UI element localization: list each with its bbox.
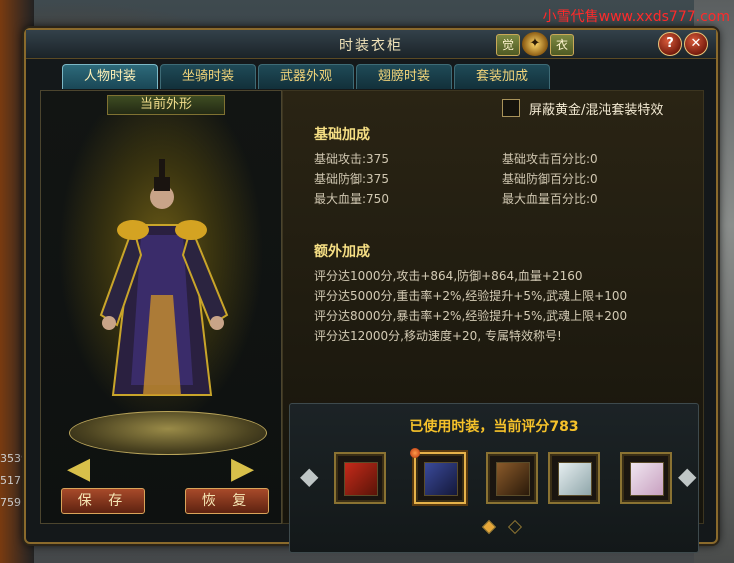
- tab-mount-costume[interactable]: 坐骑时装: [160, 64, 256, 89]
- costume-slot-3[interactable]: [486, 452, 538, 504]
- character-model: [99, 159, 229, 396]
- preview-stage: ◀ ▶: [41, 115, 281, 486]
- restore-button[interactable]: 恢 复: [185, 488, 269, 514]
- help-button[interactable]: ?: [658, 32, 682, 56]
- stat-label: 基础攻击百分比:: [502, 152, 591, 166]
- tab-set-bonus[interactable]: 套装加成: [454, 64, 550, 89]
- stat-value: 0: [590, 172, 598, 186]
- stat-label: 最大血量百分比:: [502, 192, 591, 206]
- wardrobe-badge[interactable]: 衣: [550, 34, 574, 56]
- page-indicator-1[interactable]: [481, 519, 497, 535]
- stat-value: 0: [590, 152, 598, 166]
- costume-white-pink-icon: [630, 462, 664, 496]
- extra-bonus-title: 额外加成: [314, 244, 370, 260]
- selected-dot-icon: [410, 448, 420, 458]
- title-bar[interactable]: 时装衣柜 觉 ✦ 衣 ? ✕: [26, 30, 716, 59]
- costume-white-icon: [558, 462, 592, 496]
- page-indicator-2[interactable]: [507, 519, 523, 535]
- stat-label: 基础防御百分比:: [502, 172, 591, 186]
- watermark-text: 小雪代售www.xxds777.com: [542, 9, 730, 25]
- window-title: 时装衣柜: [339, 38, 403, 54]
- extra-bonus-line: 评分达8000分,暴击率+2%,经验提升+5%,武魂上限+200: [314, 309, 628, 323]
- costume-blue-icon: [424, 462, 458, 496]
- tab-wing-costume[interactable]: 翅膀时装: [356, 64, 452, 89]
- costume-red-icon: [344, 462, 378, 496]
- stat-value: 375: [366, 172, 389, 186]
- costume-slot-1[interactable]: [334, 452, 386, 504]
- close-button[interactable]: ✕: [684, 32, 708, 56]
- base-bonus-title: 基础加成: [314, 127, 370, 143]
- prev-page-icon[interactable]: ◆: [300, 462, 318, 490]
- used-costumes-panel: 已使用时装，当前评分783 ◆ ◆: [289, 403, 699, 553]
- tab-weapon-appearance[interactable]: 武器外观: [258, 64, 354, 89]
- percent-stat-row: 最大血量百分比:0: [502, 190, 598, 207]
- costume-slot-4[interactable]: [548, 452, 600, 504]
- rotate-right-icon[interactable]: ▶: [231, 451, 254, 486]
- costume-slot-5[interactable]: [620, 452, 672, 504]
- character-preview-panel: ◀ ▶ 当前外形 保 存 恢 复: [40, 90, 282, 524]
- rotate-left-icon[interactable]: ◀: [67, 451, 90, 486]
- stat-label: 最大血量:: [314, 192, 367, 206]
- wardrobe-window: 时装衣柜 觉 ✦ 衣 ? ✕ 人物时装 坐骑时装 武器外观 翅膀时装 套装加成: [24, 28, 718, 553]
- stat-label: 基础攻击:: [314, 152, 367, 166]
- extra-bonus-line: 评分达1000分,攻击+864,防御+864,血量+2160: [314, 269, 583, 283]
- costume-bronze-icon: [496, 462, 530, 496]
- percent-stat-row: 基础防御百分比:0: [502, 170, 598, 187]
- base-stat-row: 最大血量:750: [314, 190, 389, 207]
- tab-character-costume[interactable]: 人物时装: [62, 64, 158, 89]
- base-stat-row: 基础攻击:375: [314, 150, 389, 167]
- next-page-icon[interactable]: ◆: [678, 462, 696, 490]
- bonus-panel: 屏蔽黄金/混沌套装特效 基础加成 基础攻击:375 基础防御:375 最大血量:…: [282, 90, 704, 553]
- emblem-icon: ✦: [522, 32, 548, 56]
- awaken-badge[interactable]: 觉: [496, 34, 520, 56]
- stat-value: 750: [366, 192, 389, 206]
- stat-value: 0: [590, 192, 598, 206]
- used-costumes-title: 已使用时装，当前评分783: [409, 419, 579, 435]
- extra-bonus-line: 评分达5000分,重击率+2%,经验提升+5%,武魂上限+100: [314, 289, 628, 303]
- base-stat-row: 基础防御:375: [314, 170, 389, 187]
- character-pedestal: [69, 411, 267, 455]
- costume-slot-2[interactable]: [410, 448, 466, 504]
- save-button[interactable]: 保 存: [61, 488, 145, 514]
- hide-effect-checkbox[interactable]: [502, 99, 520, 117]
- extra-bonus-line: 评分达12000分,移动速度+20, 专属特效称号!: [314, 329, 562, 343]
- percent-stat-row: 基础攻击百分比:0: [502, 150, 598, 167]
- stat-value: 375: [366, 152, 389, 166]
- hide-effect-label: 屏蔽黄金/混沌套装特效: [529, 103, 664, 118]
- stat-label: 基础防御:: [314, 172, 367, 186]
- current-appearance-label: 当前外形: [107, 95, 225, 115]
